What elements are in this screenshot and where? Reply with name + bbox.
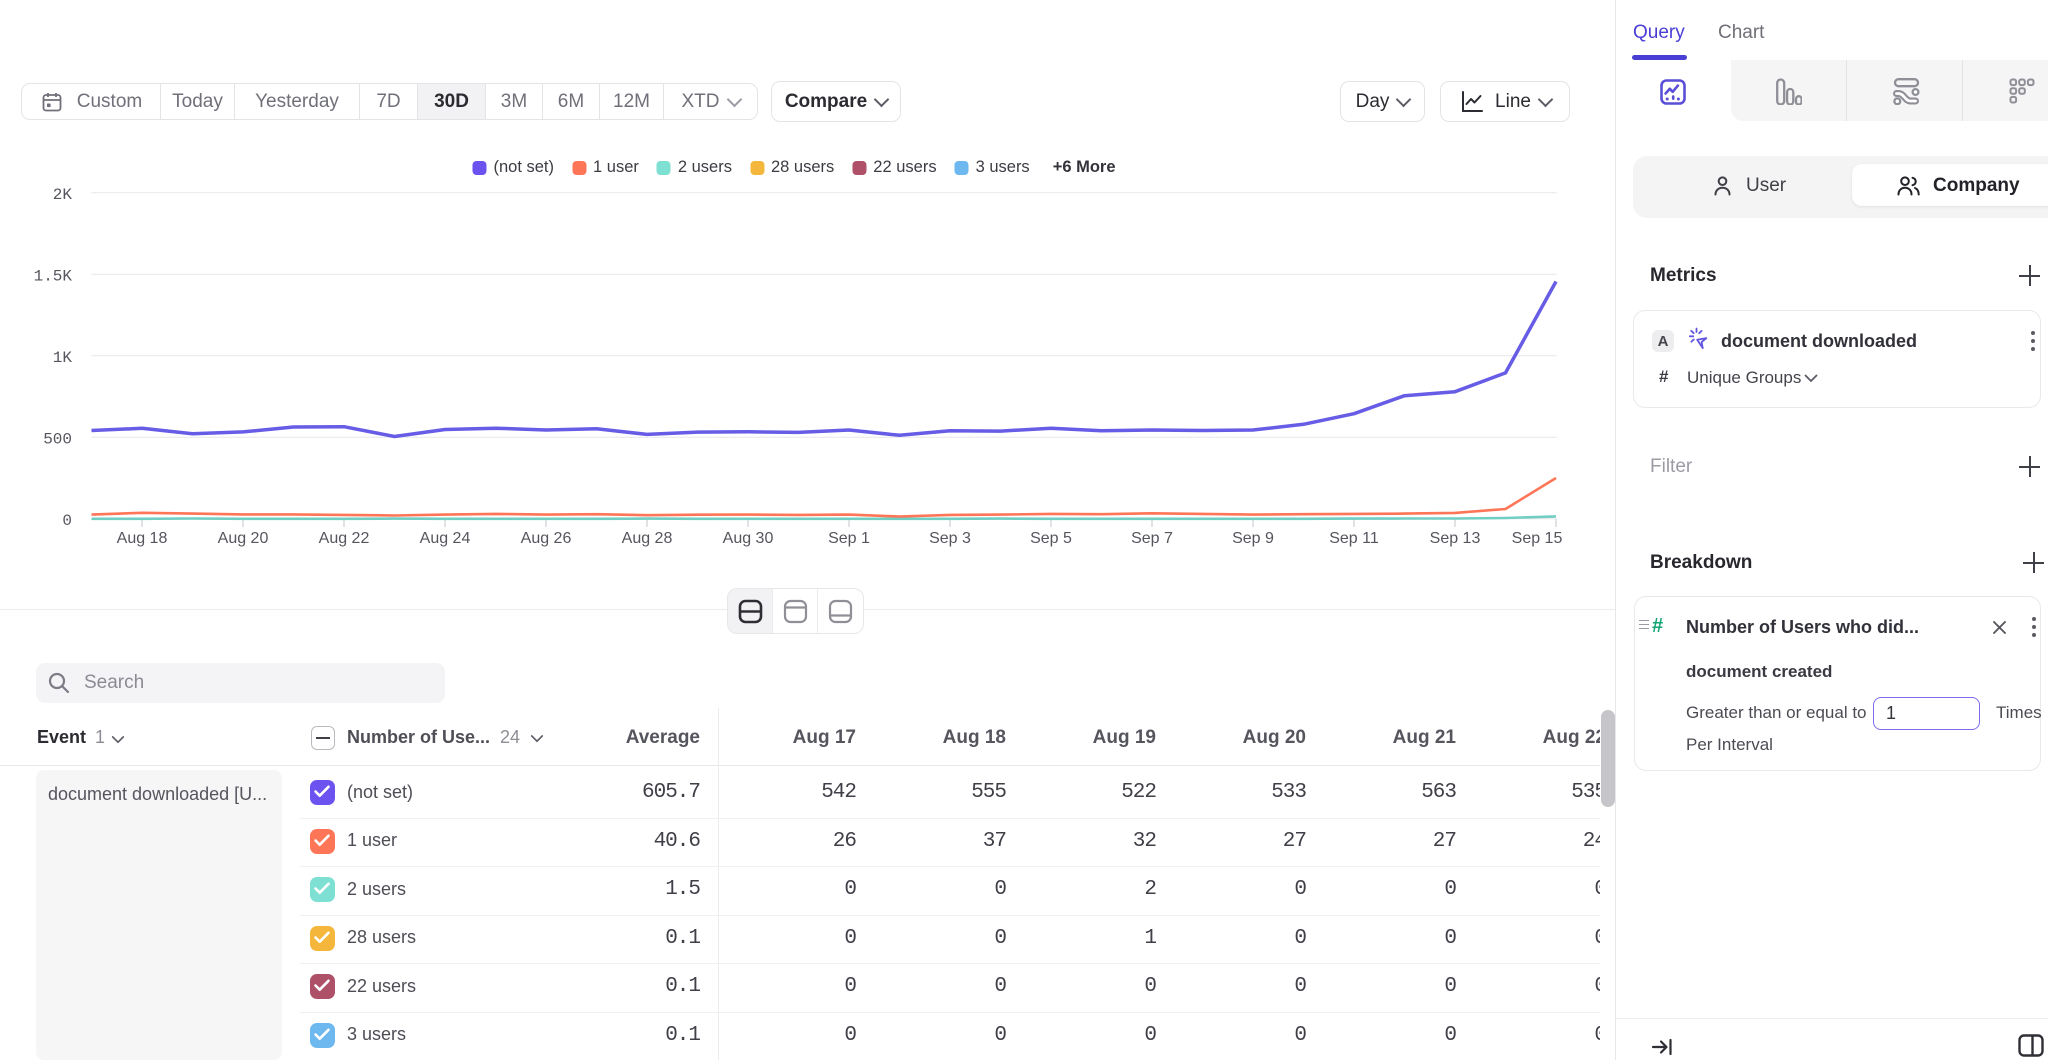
svg-text:Aug 26: Aug 26 (521, 530, 572, 547)
svg-text:Aug 20: Aug 20 (218, 530, 269, 547)
svg-text:Aug 22: Aug 22 (319, 530, 370, 547)
svg-text:500: 500 (43, 430, 72, 448)
svg-text:Sep 9: Sep 9 (1232, 530, 1274, 547)
svg-text:Aug 24: Aug 24 (420, 530, 471, 547)
svg-text:1K: 1K (53, 349, 73, 367)
svg-text:Sep 13: Sep 13 (1430, 530, 1481, 547)
svg-text:Sep 1: Sep 1 (828, 530, 870, 547)
svg-text:Aug 28: Aug 28 (622, 530, 673, 547)
svg-text:Sep 3: Sep 3 (929, 530, 971, 547)
svg-text:1.5K: 1.5K (34, 267, 73, 285)
svg-text:Aug 30: Aug 30 (723, 530, 774, 547)
svg-text:2K: 2K (53, 186, 73, 204)
svg-text:0: 0 (62, 512, 72, 530)
svg-text:Sep 7: Sep 7 (1131, 530, 1173, 547)
svg-text:Aug 18: Aug 18 (117, 530, 168, 547)
svg-text:Sep 5: Sep 5 (1030, 530, 1072, 547)
svg-text:Sep 15: Sep 15 (1512, 530, 1563, 547)
svg-text:Sep 11: Sep 11 (1329, 530, 1379, 547)
